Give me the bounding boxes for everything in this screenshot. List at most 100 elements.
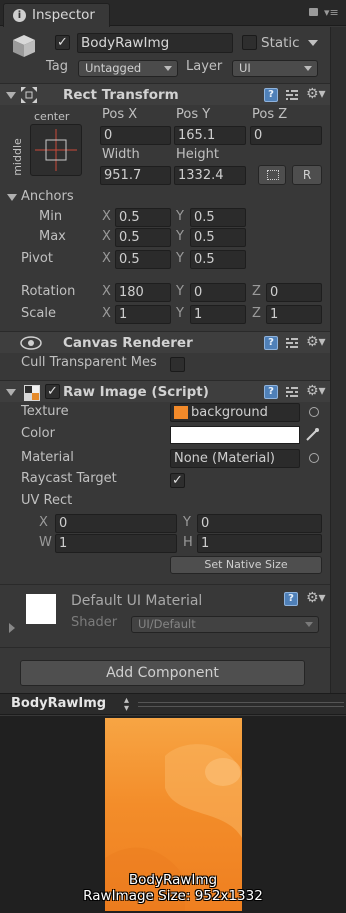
anchor-presets-button[interactable] xyxy=(30,124,82,176)
max-y-field[interactable]: 0.5 xyxy=(190,228,246,247)
preview-title: BodyRawImg xyxy=(11,696,107,711)
rotation-y-field[interactable]: 0 xyxy=(190,283,246,302)
raycast-target-label: Raycast Target xyxy=(21,471,117,486)
raw-image-enabled-checkbox[interactable]: ✓ xyxy=(45,384,60,399)
texture-label: Texture xyxy=(21,404,69,419)
material-label: Material xyxy=(21,450,74,465)
anchor-min-label: Min xyxy=(39,209,63,224)
tag-label: Tag xyxy=(46,59,69,74)
add-component-button[interactable]: Add Component xyxy=(20,660,305,686)
pos-y-field[interactable]: 165.1 xyxy=(174,126,246,145)
raw-image-title: Raw Image (Script) xyxy=(63,384,209,400)
help-book-icon[interactable]: ? xyxy=(264,88,278,102)
gear-icon[interactable]: ⚙▾ xyxy=(306,335,326,349)
rect-transform-header[interactable]: Rect Transform ? ⚙▾ xyxy=(0,83,330,105)
add-component-divider xyxy=(0,647,330,648)
pos-z-field[interactable]: 0 xyxy=(250,126,322,145)
rect-transform-title: Rect Transform xyxy=(63,87,179,103)
anchors-label: Anchors xyxy=(21,189,74,204)
gear-icon[interactable]: ⚙▾ xyxy=(306,87,326,101)
eyedropper-icon[interactable] xyxy=(305,427,320,442)
uv-y-field[interactable]: 0 xyxy=(197,514,322,533)
uv-w-label: W xyxy=(39,535,52,550)
name-field[interactable]: BodyRawImg xyxy=(77,33,233,53)
min-y-axis: Y xyxy=(176,209,184,224)
scale-y-field[interactable]: 1 xyxy=(190,305,246,324)
layer-dropdown[interactable]: UI xyxy=(232,60,318,77)
scale-z-axis: Z xyxy=(252,306,261,321)
max-x-field[interactable]: 0.5 xyxy=(115,228,171,247)
texture-field[interactable]: background xyxy=(170,403,300,422)
lock-icon[interactable] xyxy=(309,8,318,16)
tab-title: Inspector xyxy=(32,7,95,23)
blueprint-mode-button[interactable] xyxy=(258,165,286,185)
scale-z-field[interactable]: 1 xyxy=(266,305,322,324)
gear-icon[interactable]: ⚙▾ xyxy=(306,384,326,398)
add-component-label: Add Component xyxy=(106,665,219,681)
static-label: Static xyxy=(261,35,300,51)
preview-resize-handle[interactable] xyxy=(138,702,344,707)
cull-transparent-label: Cull Transparent Mes xyxy=(21,355,157,370)
preset-icon[interactable] xyxy=(285,385,299,399)
uv-h-field[interactable]: 1 xyxy=(197,534,322,553)
max-x-axis: X xyxy=(102,229,111,244)
material-foldout-icon[interactable] xyxy=(9,623,15,633)
active-checkbox[interactable]: ✓ xyxy=(55,35,70,50)
material-field[interactable]: None (Material) xyxy=(170,449,300,468)
set-native-size-label: Set Native Size xyxy=(204,558,288,571)
material-divider xyxy=(0,584,330,585)
shader-dropdown[interactable]: UI/Default xyxy=(131,616,319,633)
cull-transparent-checkbox[interactable] xyxy=(170,357,185,372)
static-dropdown-icon[interactable] xyxy=(308,40,318,46)
foldout-arrow-icon[interactable] xyxy=(6,92,16,99)
gear-icon[interactable]: ⚙▾ xyxy=(306,591,326,605)
anchor-max-label: Max xyxy=(39,229,66,244)
anchors-foldout-icon[interactable] xyxy=(7,194,17,201)
raycast-target-checkbox[interactable]: ✓ xyxy=(170,473,185,488)
raw-edit-button[interactable]: R xyxy=(292,165,322,185)
help-book-icon[interactable]: ? xyxy=(264,336,278,350)
tab-menu-icon[interactable]: ▾≡ xyxy=(324,7,339,18)
min-x-field[interactable]: 0.5 xyxy=(115,208,171,227)
inspector-scrollbar[interactable] xyxy=(330,27,346,693)
rotation-z-field[interactable]: 0 xyxy=(266,283,322,302)
set-native-size-button[interactable]: Set Native Size xyxy=(170,556,322,574)
uv-y-label: Y xyxy=(183,515,191,530)
help-book-icon[interactable]: ? xyxy=(264,385,278,399)
layer-value: UI xyxy=(239,61,251,75)
width-field[interactable]: 951.7 xyxy=(100,166,171,185)
uv-x-field[interactable]: 0 xyxy=(55,514,177,533)
uv-rect-label: UV Rect xyxy=(21,493,73,508)
preview-title-dropdown[interactable]: BodyRawImg ▴ ▾ xyxy=(4,695,134,714)
uv-w-field[interactable]: 1 xyxy=(55,534,177,553)
help-book-icon[interactable]: ? xyxy=(284,592,298,606)
height-field[interactable]: 1332.4 xyxy=(174,166,246,185)
material-picker-icon[interactable] xyxy=(309,453,319,463)
tab-inspector[interactable]: i Inspector xyxy=(3,3,110,27)
pos-z-label: Pos Z xyxy=(252,107,288,122)
texture-picker-icon[interactable] xyxy=(309,407,319,417)
tag-dropdown[interactable]: Untagged xyxy=(78,60,178,77)
raw-image-header[interactable]: ✓ Raw Image (Script) ? ⚙▾ xyxy=(0,380,330,402)
eye-icon xyxy=(20,336,42,350)
pos-x-field[interactable]: 0 xyxy=(100,126,171,145)
color-swatch[interactable] xyxy=(170,426,300,444)
rot-x-axis: X xyxy=(102,284,111,299)
pivot-x-axis: X xyxy=(102,251,111,266)
static-checkbox[interactable] xyxy=(242,35,257,50)
canvas-renderer-header[interactable]: Canvas Renderer ? ⚙▾ xyxy=(0,331,330,353)
preset-icon[interactable] xyxy=(285,88,299,102)
pivot-y-field[interactable]: 0.5 xyxy=(190,250,246,269)
min-x-axis: X xyxy=(102,209,111,224)
min-y-field[interactable]: 0.5 xyxy=(190,208,246,227)
preset-icon[interactable] xyxy=(285,336,299,350)
scale-label: Scale xyxy=(21,306,56,321)
scale-x-field[interactable]: 1 xyxy=(115,305,171,324)
foldout-arrow-icon[interactable] xyxy=(6,389,16,396)
max-y-axis: Y xyxy=(176,229,184,244)
uv-x-label: X xyxy=(39,515,48,530)
rotation-x-field[interactable]: 180 xyxy=(115,283,171,302)
material-name: Default UI Material xyxy=(71,593,203,609)
pivot-x-field[interactable]: 0.5 xyxy=(115,250,171,269)
tag-value: Untagged xyxy=(85,61,142,75)
